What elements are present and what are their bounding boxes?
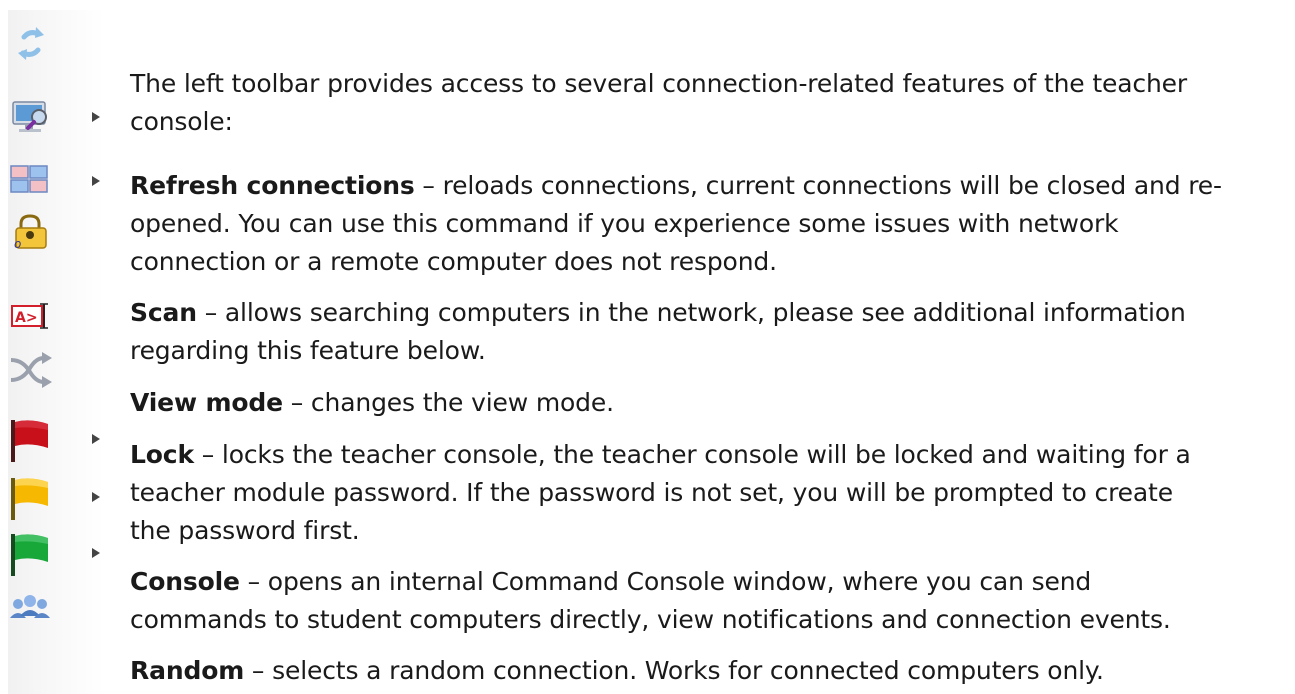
users-group-icon — [10, 595, 50, 618]
lock-description: Lock – locks the teacher console, the te… — [130, 436, 1191, 550]
feature-text: teacher module password. If the password… — [130, 478, 1173, 507]
feature-text: – locks the teacher console, the teacher… — [193, 440, 1191, 469]
intro-line: console: — [130, 107, 233, 136]
toolbar-console-button[interactable]: A> — [8, 296, 104, 340]
random-description: Random – selects a random connection. Wo… — [130, 652, 1104, 690]
toolbar-view-mode-button[interactable] — [8, 158, 104, 202]
feature-text: the password first. — [130, 516, 360, 545]
feature-term: Refresh connections — [130, 171, 415, 200]
console-icon: A> — [11, 303, 48, 329]
red-flag-menu-arrow-icon[interactable] — [92, 434, 100, 444]
svg-text:o: o — [14, 237, 21, 251]
scan-description: Scan – allows searching computers in the… — [130, 294, 1186, 370]
feature-text: – selects a random connection. Works for… — [244, 656, 1104, 685]
feature-term: Lock — [130, 440, 194, 469]
toolbar-users-group-button[interactable] — [8, 590, 104, 634]
feature-text: commands to student computers directly, … — [130, 605, 1171, 634]
intro-line: The left toolbar provides access to seve… — [130, 69, 1188, 98]
scan-icon — [12, 101, 47, 132]
view-mode-menu-arrow-icon[interactable] — [92, 176, 100, 186]
refresh-connections-description: Refresh connections – reloads connection… — [130, 167, 1222, 281]
feature-text: connection or a remote computer does not… — [130, 247, 777, 276]
feature-text: – reloads connections, current connectio… — [414, 171, 1222, 200]
toolbar-random-button[interactable] — [8, 348, 104, 392]
feature-term: Scan — [130, 298, 197, 327]
view-mode-description: View mode – changes the view mode. — [130, 384, 614, 422]
random-icon — [10, 352, 52, 388]
toolbar-lock-button[interactable]: o — [8, 210, 104, 254]
refresh-connections-icon — [18, 27, 44, 60]
yellow-flag-menu-arrow-icon[interactable] — [92, 492, 100, 502]
green-flag-icon — [11, 534, 48, 576]
toolbar-red-flag-button[interactable] — [8, 416, 104, 462]
toolbar-refresh-button[interactable] — [8, 22, 104, 66]
feature-term: View mode — [130, 388, 283, 417]
feature-term: Console — [130, 567, 240, 596]
toolbar-scan-button[interactable] — [8, 94, 104, 138]
scan-menu-arrow-icon[interactable] — [92, 112, 100, 122]
feature-text: – allows searching computers in the netw… — [196, 298, 1186, 327]
feature-term: Random — [130, 656, 245, 685]
feature-text: – opens an internal Command Console wind… — [239, 567, 1092, 596]
red-flag-icon — [11, 420, 48, 462]
lock-icon: o — [14, 214, 47, 251]
intro-paragraph: The left toolbar provides access to seve… — [130, 65, 1187, 141]
svg-text:A>: A> — [15, 310, 38, 326]
toolbar-green-flag-button[interactable] — [8, 530, 104, 576]
green-flag-menu-arrow-icon[interactable] — [92, 548, 100, 558]
toolbar-yellow-flag-button[interactable] — [8, 474, 104, 520]
yellow-flag-icon — [11, 478, 48, 520]
left-toolbar: o A> — [8, 10, 104, 694]
feature-text: opened. You can use this command if you … — [130, 209, 1119, 238]
console-description: Console – opens an internal Command Cons… — [130, 563, 1171, 639]
feature-text: – changes the view mode. — [282, 388, 614, 417]
feature-text: regarding this feature below. — [130, 336, 486, 365]
view-mode-icon — [10, 165, 48, 193]
